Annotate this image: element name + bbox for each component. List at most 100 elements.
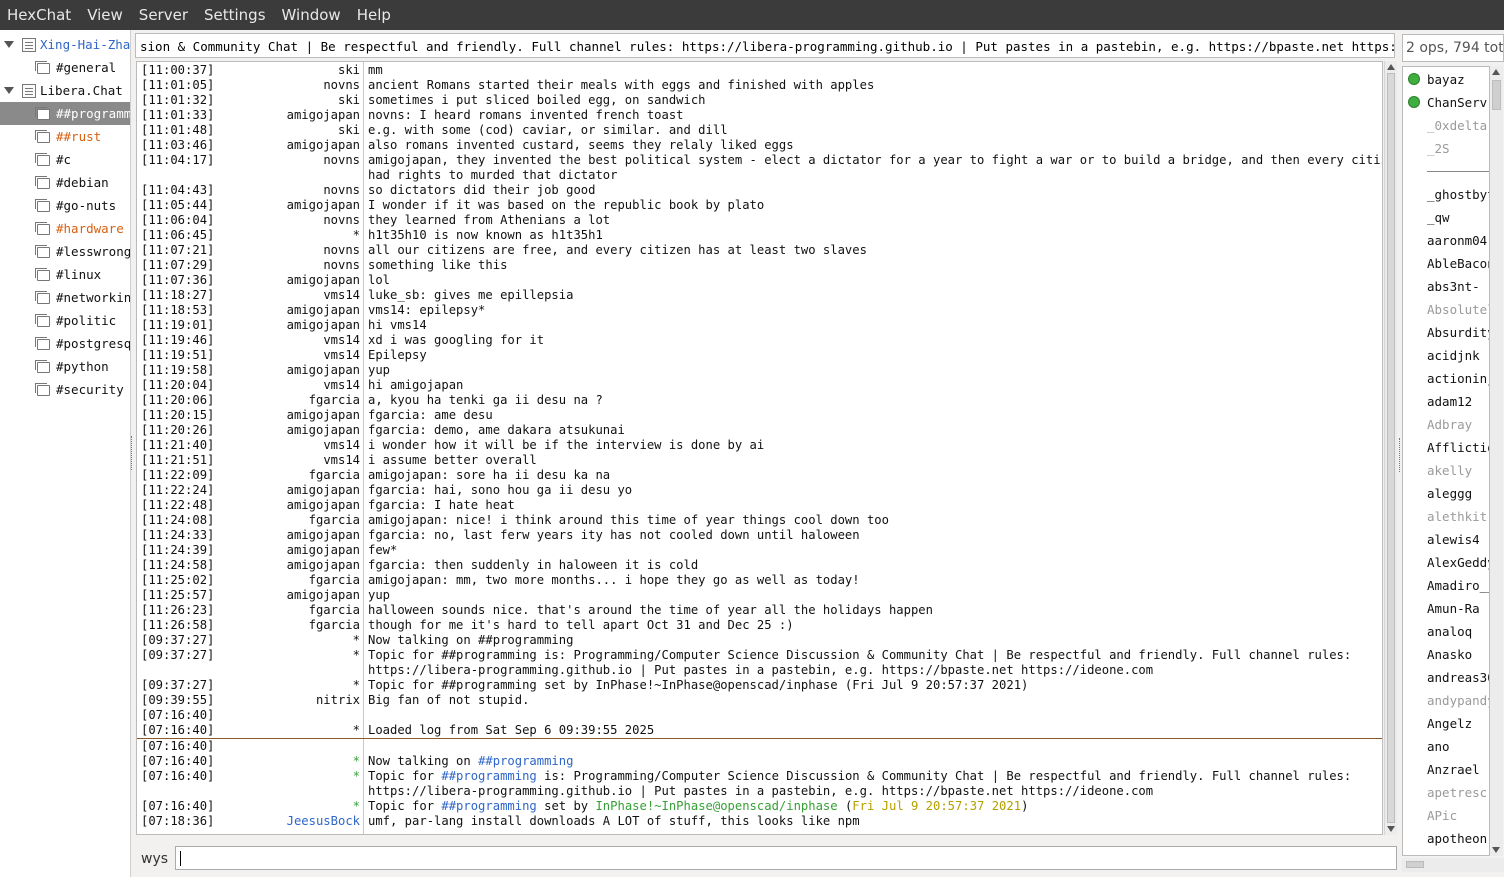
scroll-up-arrow-icon[interactable] [1387,64,1395,70]
nick[interactable]: amigojapan [287,558,360,573]
user-entry[interactable]: AbleBacon [1427,252,1489,275]
nick[interactable]: amigojapan [287,198,360,213]
nick[interactable]: amigojapan [287,483,360,498]
user-entry[interactable]: _2S [1427,137,1450,160]
message-link[interactable]: ##programming [441,769,536,783]
nick[interactable]: amigojapan [287,318,360,333]
tree-channel[interactable]: #debian [0,171,130,194]
user-entry[interactable]: acidjnk [1427,344,1480,367]
user-entry[interactable]: alethkit [1427,505,1487,528]
nick[interactable]: * [353,769,360,784]
tree-channel[interactable]: #general [0,56,130,79]
nick[interactable]: vms14 [323,378,360,393]
nick[interactable]: novns [323,243,360,258]
nick[interactable]: ski [338,123,360,138]
nick[interactable]: amigojapan [287,303,360,318]
nick[interactable]: novns [323,78,360,93]
user-entry[interactable]: Amun-Ra [1427,597,1480,620]
channel-tree[interactable]: Xing-Hai-Zhar #general Libera.Chat ##progra… [0,30,131,877]
chat-log[interactable]: [11:00:37] ski mm [11:01:05] novns ancient Ro… [136,61,1383,835]
tree-channel[interactable]: #python [0,355,130,378]
nick[interactable]: fgarcia [309,513,360,528]
nick[interactable]: nitrix [316,693,360,708]
tree-channel[interactable]: #go-nuts [0,194,130,217]
nick[interactable]: fgarcia [309,468,360,483]
user-entry[interactable]: Absurdity [1427,321,1489,344]
user-entry[interactable]: adam12 [1427,390,1472,413]
menu-view[interactable]: View [79,0,131,30]
nick[interactable]: novns [323,258,360,273]
nick[interactable]: novns [323,153,360,168]
nick[interactable]: vms14 [323,288,360,303]
tree-channel[interactable]: #security [0,378,130,401]
nick[interactable]: amigojapan [287,423,360,438]
tree-channel[interactable]: #networkin [0,286,130,309]
message-link[interactable]: Fri Jul 9 20:57:37 2021 [852,799,1021,813]
tree-channel[interactable]: ##programm [0,102,130,125]
nick[interactable]: novns [323,213,360,228]
user-entry[interactable]: ano [1427,735,1450,758]
user-entry[interactable]: apetresc [1427,781,1487,804]
tree-channel[interactable]: #politic [0,309,130,332]
nick[interactable]: JeesusBock [287,814,360,829]
nick[interactable]: * [353,799,360,814]
tree-pane-grip[interactable] [131,436,134,470]
nick[interactable]: novns [323,183,360,198]
tree-channel[interactable]: #lesswrong [0,240,130,263]
user-entry[interactable]: Afflictio [1427,436,1489,459]
expander-arrow-icon[interactable] [4,41,14,48]
user-entry[interactable]: analoq [1427,620,1472,643]
user-list[interactable]: bayaz ChanServ _0xdelta _2S _ghostbyt _qw aaro… [1402,66,1490,856]
nick[interactable]: amigojapan [287,543,360,558]
menu-help[interactable]: Help [349,0,399,30]
user-entry[interactable]: _qw [1427,206,1450,229]
scroll-down-arrow-icon[interactable] [1492,847,1500,853]
nick[interactable]: vms14 [323,333,360,348]
nick[interactable]: * [353,754,360,769]
user-entry[interactable]: abs3nt- [1427,275,1480,298]
nick[interactable]: * [353,633,360,648]
user-entry[interactable]: Adbray [1427,413,1472,436]
expander-arrow-icon[interactable] [4,87,14,94]
tree-channel[interactable]: #c [0,148,130,171]
message-input[interactable] [175,846,1397,870]
user-entry[interactable]: Angelz [1427,712,1472,735]
message-link[interactable]: ##programming [441,799,536,813]
user-entry[interactable]: Amadiro__ [1427,574,1489,597]
user-entry[interactable]: _0xdelta [1427,114,1487,137]
user-entry[interactable]: Anasko [1427,643,1472,666]
nick[interactable]: vms14 [323,453,360,468]
nick[interactable]: * [353,723,360,738]
tree-channel[interactable]: #postgresq [0,332,130,355]
nick[interactable]: amigojapan [287,273,360,288]
nick[interactable]: vms14 [323,438,360,453]
nick[interactable]: fgarcia [309,603,360,618]
nick[interactable]: fgarcia [309,393,360,408]
menu-hexchat[interactable]: HexChat [0,0,79,30]
nick[interactable]: * [353,228,360,243]
message-link[interactable]: ##programming [478,754,573,768]
nick[interactable]: fgarcia [309,573,360,588]
userlist-hscrollbar[interactable] [1402,858,1504,872]
user-entry[interactable]: apotheon [1427,827,1487,850]
user-entry[interactable]: _ghostbyt [1427,183,1489,206]
nick[interactable]: amigojapan [287,588,360,603]
nick[interactable]: fgarcia [309,618,360,633]
scroll-down-arrow-icon[interactable] [1387,826,1395,832]
user-entry[interactable]: bayaz [1427,68,1465,91]
user-entry[interactable]: andreas30 [1427,666,1489,689]
user-entry[interactable]: Anzrael [1427,758,1480,781]
nick[interactable]: amigojapan [287,528,360,543]
topic-bar[interactable]: sion & Community Chat | Be respectful an… [135,33,1395,58]
nick[interactable]: ski [338,63,360,78]
nick[interactable]: amigojapan [287,408,360,423]
tree-channel[interactable]: ##rust [0,125,130,148]
nick[interactable]: ski [338,93,360,108]
tree-channel[interactable]: #hardware [0,217,130,240]
tree-channel[interactable]: #linux [0,263,130,286]
user-entry[interactable]: ChanServ [1427,91,1487,114]
nick[interactable]: vms14 [323,348,360,363]
nick[interactable]: amigojapan [287,108,360,123]
userlist-scrollbar[interactable] [1490,66,1503,856]
user-entry[interactable]: alewis4 [1427,528,1480,551]
